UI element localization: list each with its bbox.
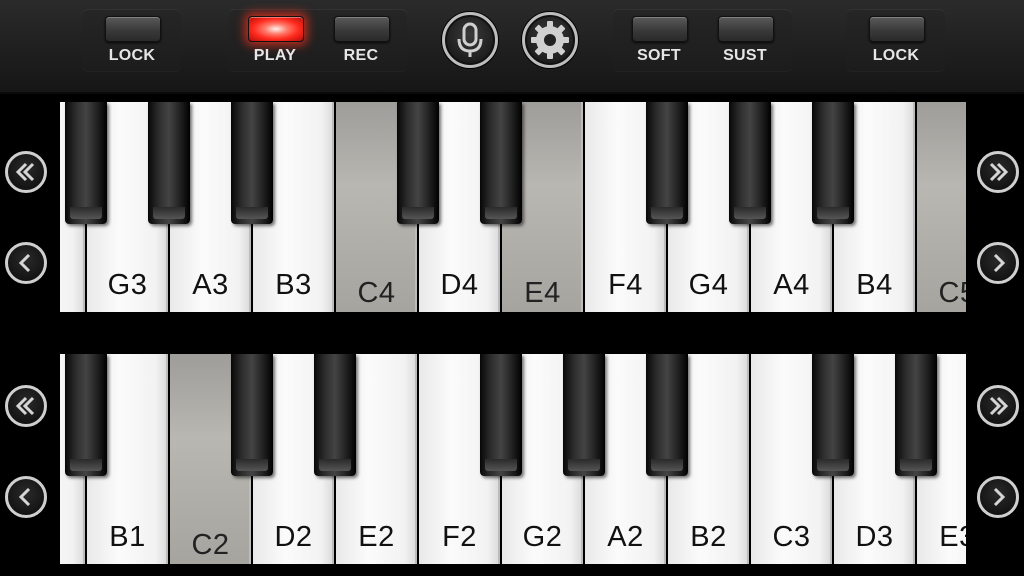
lock-right-button[interactable]: LOCK [856, 9, 936, 71]
upper-keyboard: G3 A3 B3 C4 D4 E4 F4 G4 A4 B4 C5 [60, 102, 966, 312]
key-note-label: A4 [773, 269, 810, 301]
upper-black-key-f-sharp[interactable] [65, 102, 107, 224]
upper-scroll-left-button[interactable] [5, 242, 47, 284]
lock-right-panel: LOCK [846, 9, 945, 71]
double-chevron-left-icon [15, 396, 35, 416]
play-label: PLAY [253, 47, 297, 64]
upper-black-key-c-sharp[interactable] [397, 102, 439, 224]
chevron-right-icon [993, 487, 1006, 507]
upper-black-key-g-sharp[interactable] [148, 102, 190, 224]
rec-light [334, 16, 390, 42]
soft-sust-panel: SOFT SUST [613, 9, 792, 71]
upper-black-key-a-sharp[interactable] [812, 102, 854, 224]
lock-left-label: LOCK [108, 47, 156, 64]
lower-black-key-d-sharp[interactable] [314, 354, 356, 476]
double-chevron-right-icon [989, 162, 1009, 182]
rec-button[interactable]: REC [321, 9, 401, 71]
chevron-left-icon [18, 487, 31, 507]
lower-black-key-g-sharp[interactable] [563, 354, 605, 476]
key-note-label: C3 [772, 521, 811, 553]
lock-right-label: LOCK [872, 47, 920, 64]
key-note-label: E3 [939, 521, 966, 553]
play-button[interactable]: PLAY [235, 9, 315, 71]
soft-button[interactable]: SOFT [619, 9, 699, 71]
lock-right-light [869, 16, 925, 42]
key-note-label: A2 [607, 521, 644, 553]
key-note-label: C4 [357, 277, 396, 309]
key-note-label: G2 [522, 521, 563, 553]
chevron-right-icon [993, 253, 1006, 273]
microphone-icon [457, 22, 483, 57]
sust-label: SUST [723, 47, 767, 64]
double-chevron-right-icon [989, 396, 1009, 416]
rec-label: REC [343, 47, 379, 64]
settings-button[interactable] [522, 12, 578, 68]
key-note-label: B1 [109, 521, 146, 553]
upper-black-key-g-sharp[interactable] [729, 102, 771, 224]
lower-black-key-c-sharp[interactable] [231, 354, 273, 476]
key-note-label: F2 [442, 521, 477, 553]
upper-black-key-d-sharp[interactable] [480, 102, 522, 224]
microphone-button[interactable] [442, 12, 498, 68]
play-light [248, 16, 304, 42]
lower-scroll-fast-right-button[interactable] [977, 385, 1019, 427]
key-note-label: G4 [688, 269, 729, 301]
upper-black-key-f-sharp[interactable] [646, 102, 688, 224]
key-note-label: A3 [192, 269, 229, 301]
key-note-label: E4 [524, 277, 561, 309]
lower-black-key-c-sharp[interactable] [812, 354, 854, 476]
lower-scroll-fast-left-button[interactable] [5, 385, 47, 427]
lock-left-light [105, 16, 161, 42]
upper-scroll-right-button[interactable] [977, 242, 1019, 284]
key-note-label: D4 [440, 269, 479, 301]
key-note-label: B2 [690, 521, 727, 553]
upper-black-key-a-sharp[interactable] [231, 102, 273, 224]
upper-white-key-c5[interactable]: C5 [917, 102, 966, 312]
lower-black-key-a-sharp[interactable] [646, 354, 688, 476]
upper-scroll-fast-left-button[interactable] [5, 151, 47, 193]
lower-black-key-d-sharp[interactable] [895, 354, 937, 476]
upper-scroll-fast-right-button[interactable] [977, 151, 1019, 193]
soft-light [632, 16, 688, 42]
lock-left-button[interactable]: LOCK [92, 9, 172, 71]
top-toolbar: LOCK PLAY REC SOFT SUST LOCK [0, 0, 1024, 94]
lower-black-key-a-sharp[interactable] [65, 354, 107, 476]
lower-scroll-left-button[interactable] [5, 476, 47, 518]
key-note-label: E2 [358, 521, 395, 553]
play-rec-panel: PLAY REC [228, 9, 407, 71]
key-note-label: B3 [275, 269, 312, 301]
double-chevron-left-icon [15, 162, 35, 182]
sust-button[interactable]: SUST [705, 9, 785, 71]
chevron-left-icon [18, 253, 31, 273]
key-note-label: F4 [608, 269, 643, 301]
key-note-label: G3 [107, 269, 148, 301]
key-note-label: D2 [274, 521, 313, 553]
key-note-label: B4 [856, 269, 893, 301]
key-note-label: D3 [855, 521, 894, 553]
key-note-label: C5 [938, 277, 966, 309]
lower-keyboard: B1 C2 D2 E2 F2 G2 A2 B2 C3 D3 E3 [60, 354, 966, 564]
sust-light [718, 16, 774, 42]
lower-scroll-right-button[interactable] [977, 476, 1019, 518]
gear-icon [531, 21, 569, 59]
key-note-label: C2 [191, 529, 230, 561]
lower-black-key-f-sharp[interactable] [480, 354, 522, 476]
lock-left-panel: LOCK [82, 9, 181, 71]
soft-label: SOFT [637, 47, 681, 64]
